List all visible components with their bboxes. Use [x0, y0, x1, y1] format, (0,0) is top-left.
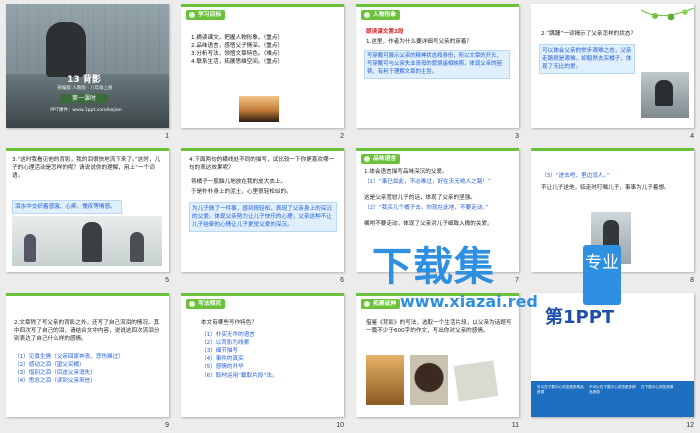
climbing-father-photo [641, 72, 689, 118]
slide-number: 4 [690, 133, 694, 140]
list-item: （1）见景生情（父亲回家奔丧，悲伤难过） [14, 354, 124, 360]
list-item: （6）取材运用“截取片段”法。 [201, 372, 278, 379]
answer-box: 写穿戴可展示父亲的精神状态和身份，所以文章的开头，写穿戴可与父亲失业丧母的窘境遥… [364, 50, 510, 80]
portrait-photo [410, 355, 448, 405]
slide-number: 9 [165, 422, 169, 429]
list-item: （5）感情的升华 [201, 364, 244, 371]
slide-thumbnail-6[interactable]: 4.下面两句的横线处不同的描写，试比较一下你更喜欢哪一句的表达效果呢？ 将橘子一… [175, 144, 350, 288]
slide-subtitle: 部编版 人教版 · 八年级上册 [57, 86, 113, 91]
slide-10[interactable]: 写法探究 本文有哪些写作特色？ （1）朴实无华的语言 （2）以背影为线索 （3）… [181, 293, 344, 417]
question-text: 2.“蹒跚”一词揭示了父亲怎样的状态？ [541, 31, 637, 37]
slide-grid: 13 背影 部编版 人教版 · 八年级上册 第一课时 PPT课件：www.1pp… [0, 0, 700, 433]
slide-thumbnail-5[interactable]: 3.“这时我看见他的背影，我的泪很快地流下来了。”这时，儿子的心理活动是怎样的呢… [0, 144, 175, 288]
question-text: （3）“进去吧，里边没人。” [541, 173, 610, 179]
slide-6[interactable]: 4.下面两句的横线处不同的描写，试比较一下你更喜欢哪一句的表达效果呢？ 将橘子一… [181, 148, 344, 272]
slide-5[interactable]: 3.“这时我看见他的背影，我的泪很快地流下来了。”这时，儿子的心理活动是怎样的呢… [6, 148, 169, 272]
footer-text-2: 不可以在下载中心浏览更多精品资源 [589, 385, 636, 395]
section-tag: 品味语言 [361, 154, 401, 164]
slide-9[interactable]: 2.文章除了写父亲的背影之外，还写了自己流泪的情况。其中四次写了自己的泪，请结合… [6, 293, 169, 417]
list-item: （4）思念之泪（读到父亲来信） [14, 378, 96, 385]
slide-thumbnail-10[interactable]: 写法探究 本文有哪些写作特色？ （1）朴实无华的语言 （2）以背影为线索 （3）… [175, 289, 350, 433]
watermark-url: www.xiazai.red [400, 292, 538, 311]
quote-item: （1）“事已如此，不必难过，好在天无绝人之路！” [364, 179, 491, 185]
list-item: 4.联系生活，拓展思维空间。（重点） [191, 59, 284, 66]
figures-illustration [12, 216, 162, 266]
question-text: 本文有哪些写作特色？ [201, 320, 257, 326]
section-tag: 拓展延伸 [361, 299, 401, 309]
watermark-text: 下载集 [372, 244, 495, 290]
section-tag: 人物形象 [361, 10, 401, 20]
slide-number: 6 [340, 277, 344, 284]
silhouette-photo [366, 355, 404, 405]
slide-thumbnail-3[interactable]: 人物形象 朗读课文第2段 1.这里，作者为什么要详细写父亲的穿着？ 写穿戴可展示… [350, 0, 525, 144]
vine-decoration [641, 7, 694, 21]
sunset-photo [239, 96, 279, 122]
slide-number: 12 [686, 422, 694, 429]
list-item: （3）惜别之泪（目送父亲消失） [14, 370, 96, 377]
answer-text: 不让儿子送他，临走时叮嘱儿子，事事为儿子着想。 [541, 185, 670, 191]
list-item: 1.摘读课文，把握人物形象。（重点） [191, 35, 284, 41]
question-text: 1.这里，作者为什么要详细写父亲的穿着？ [366, 39, 473, 45]
question-text: 4.下面两句的横线处不同的描写，试比较一下你更喜欢哪一句的表达效果呢？ [189, 157, 335, 172]
list-item: （1）朴实无华的语言 [201, 332, 255, 338]
section-tag: 学习目标 [186, 10, 226, 20]
slide-number: 10 [336, 422, 344, 429]
slide-thumbnail-2[interactable]: 学习目标 1.摘读课文，把握人物形象。（重点） 2.品味语言，感悟父子情深。（重… [175, 0, 350, 144]
slide-number: 3 [515, 133, 519, 140]
slide-number: 11 [511, 422, 519, 429]
quote-analysis: 嘱咐不要走动，体现了父亲对儿子细致入微的关爱。 [364, 221, 493, 227]
tear-list: （1）见景生情（父亲回家奔丧，悲伤难过） （2）感动之泪（望父买橘） （3）惜别… [14, 353, 164, 385]
slide-1[interactable]: 13 背影 部编版 人教版 · 八年级上册 第一课时 PPT课件：www.1pp… [6, 4, 169, 128]
slide-number: 5 [165, 277, 169, 284]
slide-number: 7 [515, 277, 519, 284]
footer-text-1: 可以在下载中心浏览更多精品资源 [537, 385, 584, 395]
answer-box: 泪水中交织着感激、心疼、愧疚等情感。 [12, 200, 122, 215]
slide-2[interactable]: 学习目标 1.摘读课文，把握人物形象。（重点） 2.品味语言，感悟父子情深。（重… [181, 4, 344, 128]
slide-heading: 朗读课文第2段 [366, 29, 404, 35]
slide-3[interactable]: 人物形象 朗读课文第2段 1.这里，作者为什么要详细写父亲的穿着？ 写穿戴可展示… [356, 4, 519, 128]
question-text: 1.体会语言描写品味深沉的父爱。 [364, 169, 448, 175]
slide-number: 8 [690, 277, 694, 284]
slide-number: 2 [340, 133, 344, 140]
list-item: 2.品味语言，感悟父子情深。（重点） [191, 43, 284, 50]
footer-band: 可以在下载中心浏览更多精品资源 不可以在下载中心浏览更多精品资源 在下载中心浏览… [531, 381, 694, 417]
slide-thumbnail-9[interactable]: 2.文章除了写父亲的背影之外，还写了自己流泪的情况。其中四次写了自己的泪，请结合… [0, 289, 175, 433]
slide-4[interactable]: 2.“蹒跚”一词揭示了父亲怎样的状态？ 可以体会父亲的举步艰难之态，父亲走路很是… [531, 4, 694, 128]
list-item: （2）感动之泪（望父买橘） [14, 362, 85, 369]
section-tag: 写法探究 [186, 299, 226, 309]
answer-box: 可以体会父亲的举步艰难之态，父亲走路很是艰难，却毅然去买橘子，体现了无比的爱。 [539, 44, 635, 75]
footer-text-3: 在下载中心浏览资源 [641, 385, 674, 389]
slide-url: PPT课件：www.1ppt.com/kejian [50, 108, 122, 113]
slide-thumbnail-4[interactable]: 2.“蹒跚”一词揭示了父亲怎样的状态？ 可以体会父亲的举步艰难之态，父亲走路很是… [525, 0, 700, 144]
question-text: 借鉴《背影》的写法，选取一个生活片段，以父亲为话题写一篇不少于600字的作文，写… [366, 320, 512, 335]
list-item: 3.分析写法，领悟文章特色。（难点） [191, 51, 284, 58]
father-figure-image [46, 22, 86, 77]
watermark-badge: 专业 [583, 245, 621, 305]
lesson-pill: 第一课时 [60, 94, 108, 103]
slide-11[interactable]: 拓展延伸 借鉴《背影》的写法，选取一个生活片段，以父亲为话题写一篇不少于600字… [356, 293, 519, 417]
slide-thumbnail-1[interactable]: 13 背影 部编版 人教版 · 八年级上册 第一课时 PPT课件：www.1pp… [0, 0, 175, 144]
slide-thumbnail-12[interactable]: 第1PPT 可以在下载中心浏览更多精品资源 不可以在下载中心浏览更多精品资源 在… [525, 289, 700, 433]
question-text: 2.文章除了写父亲的背影之外，还写了自己流泪的情况。其中四次写了自己的泪，请结合… [14, 320, 160, 343]
goal-list: 1.摘读课文，把握人物形象。（重点） 2.品味语言，感悟父子情深。（重点） 3.… [191, 34, 331, 66]
list-item: （4）事件的真实 [201, 356, 244, 363]
answer-box: 为儿子做了一件事，感到很轻松，表现了父亲身上的深沉的父爱。体现父亲努力让儿子快乐… [189, 202, 337, 233]
quote-item: （2）“我买几个橘子去。你就在此地，不要走动。” [364, 205, 489, 211]
list-item: （3）细节描写 [201, 348, 239, 355]
example-line-2: 于是朴朴身上的泥土，心里很轻松似的。 [191, 189, 292, 195]
quote-analysis: 这是父亲宽慰儿子的话，体现了父亲的坚强。 [364, 195, 476, 201]
question-text: 3.“这时我看见他的背影，我的泪很快地流下来了。”这时，儿子的心理活动是怎样的呢… [12, 157, 161, 180]
letter-photo [453, 360, 499, 402]
example-line-1: 将橘子一股脑儿地放在我的皮大衣上。 [191, 179, 287, 185]
slide-number: 1 [165, 133, 169, 140]
site-logo: 第1PPT [545, 307, 615, 328]
feature-list: （1）朴实无华的语言 （2）以背影为线索 （3）细节描写 （4）事件的真实 （5… [201, 331, 331, 380]
slide-12[interactable]: 第1PPT 可以在下载中心浏览更多精品资源 不可以在下载中心浏览更多精品资源 在… [531, 293, 694, 417]
list-item: （2）以背影为线索 [201, 340, 250, 347]
